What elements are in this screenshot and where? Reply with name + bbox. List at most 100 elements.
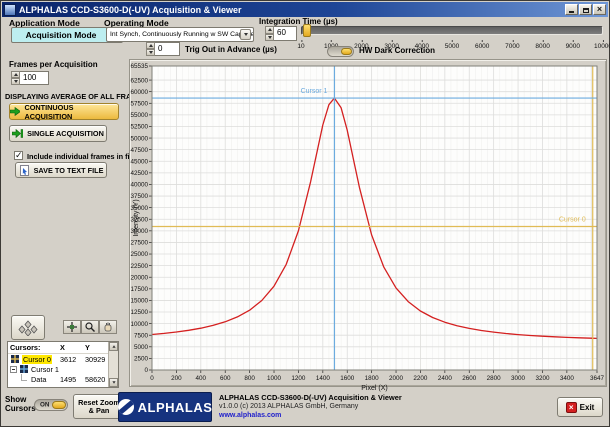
operating-mode-value: Int Synch, Continuously Running w SW Cap…: [107, 31, 253, 38]
spinner-up-icon[interactable]: [11, 71, 20, 78]
close-button[interactable]: ×: [593, 4, 606, 15]
cursor-row-1[interactable]: Cursor 1: [8, 364, 109, 374]
svg-text:10000: 10000: [130, 321, 148, 328]
operating-mode-dropdown[interactable]: Int Synch, Continuously Running w SW Cap…: [106, 27, 254, 42]
graph-panel: 0250050007500100001250015000175002000022…: [129, 59, 607, 387]
zoom-tool-button[interactable]: [81, 320, 99, 334]
svg-text:42500: 42500: [130, 170, 148, 177]
spinner-up-icon[interactable]: [265, 26, 274, 34]
svg-text:Cursor 0: Cursor 0: [559, 217, 586, 224]
svg-text:65535: 65535: [130, 63, 148, 70]
svg-text:22500: 22500: [130, 263, 148, 270]
minimize-button[interactable]: [565, 4, 578, 15]
cursor-x-value: 3612: [60, 355, 76, 364]
single-acquisition-button[interactable]: SINGLE ACQUISITION: [9, 125, 107, 142]
slider-track[interactable]: [301, 26, 603, 35]
integration-time-value[interactable]: 60: [274, 26, 297, 41]
include-frames-checkbox[interactable]: ✓: [14, 151, 23, 160]
title-bar[interactable]: ALPHALAS CCD-S3600-D(-UV) Acquisition & …: [2, 2, 608, 17]
cursor-marker-icon: [11, 355, 19, 363]
intensity-plot[interactable]: 0250050007500100001250015000175002000022…: [130, 60, 608, 390]
frames-per-acquisition-label: Frames per Acquisition: [9, 60, 98, 69]
svg-text:Intensity (Y): Intensity (Y): [133, 199, 140, 236]
cursor-row-0[interactable]: Cursor 0 3612 30929: [8, 354, 109, 364]
cursor-table-header: Cursors: X Y: [8, 342, 109, 354]
svg-text:7500: 7500: [134, 332, 149, 339]
step-arrow-icon: [12, 129, 23, 138]
svg-text:50000: 50000: [130, 135, 148, 142]
cursor-row-label[interactable]: Cursor 0: [22, 355, 52, 364]
pan-tool-button[interactable]: [99, 320, 117, 334]
zoom-tool-icon: [85, 322, 95, 332]
diamond-icon: [17, 320, 39, 336]
cursor-col-y: Y: [85, 343, 90, 352]
svg-text:2800: 2800: [487, 375, 502, 382]
show-cursors-label: Show Cursors: [5, 395, 33, 413]
frames-per-acquisition-spinner[interactable]: 100: [11, 71, 49, 85]
trig-out-spinner[interactable]: 0: [146, 42, 180, 56]
save-to-text-file-label: SAVE TO TEXT FILE: [34, 166, 104, 175]
crosshair-tool-icon: [67, 322, 77, 332]
spinner-up-icon[interactable]: [146, 42, 155, 49]
slider-knob-icon[interactable]: [303, 24, 311, 37]
exit-button[interactable]: × Exit: [557, 397, 603, 417]
show-cursors-toggle[interactable]: ON: [34, 399, 68, 411]
svg-text:45000: 45000: [130, 158, 148, 165]
cursor-row-label: Data: [31, 375, 46, 384]
chevron-down-icon[interactable]: [240, 29, 251, 40]
svg-text:3647: 3647: [590, 375, 605, 382]
toggle-on-label: ON: [40, 402, 49, 409]
svg-text:Cursor 1: Cursor 1: [301, 88, 328, 95]
graph-tool-palette: [63, 320, 117, 334]
single-acquisition-label: SINGLE ACQUISITION: [27, 129, 104, 138]
svg-text:25000: 25000: [130, 251, 148, 258]
hw-dark-correction-toggle[interactable]: [327, 46, 354, 57]
svg-text:20000: 20000: [130, 274, 148, 281]
hw-dark-correction-label: HW Dark Correction: [359, 46, 435, 55]
cursor-col-name: Cursors:: [10, 343, 40, 352]
continuous-acquisition-button[interactable]: CONTINUOUS ACQUISITION: [9, 103, 119, 120]
graph-navigation-button[interactable]: [11, 315, 45, 340]
frames-per-acquisition-value[interactable]: 100: [20, 71, 49, 85]
svg-text:15000: 15000: [130, 298, 148, 305]
continuous-acquisition-label: CONTINUOUS ACQUISITION: [24, 103, 118, 121]
tree-collapse-icon[interactable]: [10, 366, 17, 373]
cursor-row-data[interactable]: Data 1495 58620: [8, 374, 109, 384]
footer-info: ALPHALAS CCD-S3600-D(-UV) Acquisition & …: [219, 393, 402, 420]
svg-text:1000: 1000: [267, 375, 282, 382]
cursor-y-value: 58620: [85, 375, 105, 384]
svg-text:600: 600: [220, 375, 231, 382]
svg-text:12500: 12500: [130, 309, 148, 316]
cursor-marker-icon: [20, 365, 28, 373]
spinner-down-icon[interactable]: [265, 34, 274, 42]
trig-out-label: Trig Out in Advance (µs): [185, 45, 277, 54]
cursor-tool-button[interactable]: [63, 320, 81, 334]
maximize-button[interactable]: [579, 4, 592, 15]
svg-text:57500: 57500: [130, 100, 148, 107]
footer-website-link[interactable]: www.alphalas.com: [219, 411, 402, 420]
integration-time-spinner[interactable]: 60: [265, 26, 297, 41]
alphalas-logo-icon: [118, 399, 134, 415]
save-to-text-file-button[interactable]: SAVE TO TEXT FILE: [15, 162, 107, 178]
svg-text:200: 200: [171, 375, 182, 382]
display-average-note: DISPLAYING AVERAGE OF ALL FRAMES: [5, 92, 147, 101]
toggle-knob-icon: [341, 48, 352, 55]
spinner-down-icon[interactable]: [146, 49, 155, 56]
trig-out-value[interactable]: 0: [155, 42, 180, 56]
toggle-knob-icon: [52, 401, 66, 409]
svg-text:3000: 3000: [511, 375, 526, 382]
footer-app-title: ALPHALAS CCD-S3600-D(-UV) Acquisition & …: [219, 393, 402, 402]
svg-text:62500: 62500: [130, 77, 148, 84]
alphalas-logo: ALPHALAS: [118, 392, 212, 422]
cursor-row-label[interactable]: Cursor 1: [31, 365, 59, 374]
minimize-icon: [569, 11, 574, 13]
cursor-table-scrollbar[interactable]: [108, 342, 118, 387]
scroll-down-icon[interactable]: [109, 378, 118, 387]
spinner-down-icon[interactable]: [11, 78, 20, 85]
svg-text:1400: 1400: [316, 375, 331, 382]
pan-hand-icon: [103, 322, 113, 332]
svg-text:37500: 37500: [130, 193, 148, 200]
svg-text:27500: 27500: [130, 240, 148, 247]
scroll-up-icon[interactable]: [109, 342, 118, 351]
svg-text:2200: 2200: [413, 375, 428, 382]
